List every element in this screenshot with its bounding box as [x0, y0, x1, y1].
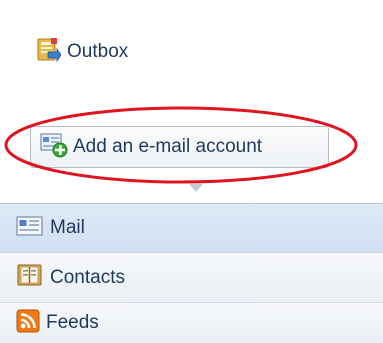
contacts-icon: [16, 263, 44, 292]
add-email-account-label: Add an e-mail account: [73, 136, 263, 157]
nav-label-mail: Mail: [50, 217, 85, 238]
mail-icon: [16, 215, 44, 242]
outbox-icon: [37, 37, 62, 68]
nav-item-contacts[interactable]: Contacts: [0, 253, 383, 303]
nav-item-feeds[interactable]: Feeds: [0, 303, 383, 343]
folder-item-outbox[interactable]: Outbox: [37, 36, 128, 68]
nav-item-mail[interactable]: Mail: [0, 203, 383, 253]
folder-pane: Outbox Add an e-mail account: [0, 0, 383, 200]
add-account-icon: [39, 132, 69, 163]
pane-splitter-grip[interactable]: [189, 184, 203, 192]
nav-label-contacts: Contacts: [50, 266, 125, 288]
nav-label-feeds: Feeds: [46, 312, 99, 333]
feeds-icon: [16, 309, 40, 338]
folder-label-outbox: Outbox: [67, 41, 129, 62]
add-email-account-button[interactable]: Add an e-mail account: [30, 126, 329, 168]
